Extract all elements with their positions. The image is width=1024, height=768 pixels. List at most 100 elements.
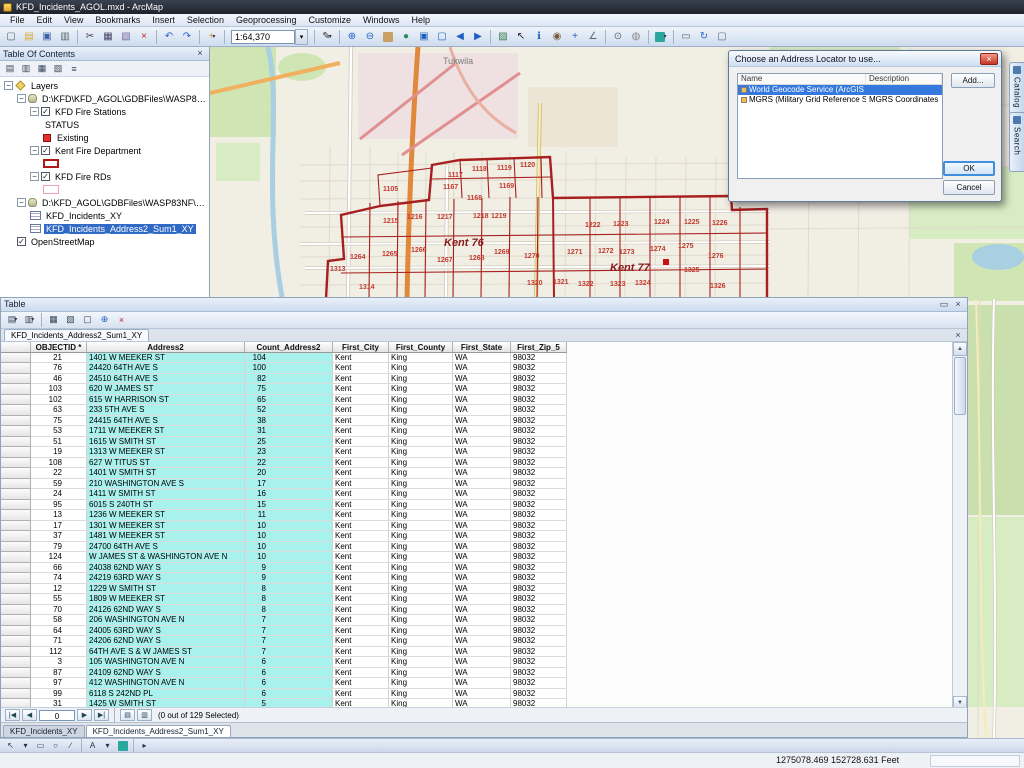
draw-line-icon[interactable]: ∕ [64,740,77,752]
table-row[interactable]: 63233 5TH AVE S52KentKingWA98032 [1,405,567,416]
row-selector[interactable] [1,363,31,374]
cancel-button[interactable]: Cancel [943,180,995,195]
delete-icon[interactable]: × [136,29,152,45]
row-selector[interactable] [1,678,31,689]
switch-selection-icon[interactable]: ▧ [63,312,78,327]
description-column-header[interactable]: Description [866,74,942,84]
table-row[interactable]: 191313 W MEEKER ST23KentKingWA98032 [1,447,567,458]
table-row[interactable]: 311425 W SMITH ST5KentKingWA98032 [1,699,567,707]
toc-node[interactable]: Existing [0,131,209,144]
row-selector[interactable] [1,594,31,605]
font-dropdown-icon[interactable]: ▾ [101,740,114,752]
row-selector[interactable] [1,500,31,511]
save-icon[interactable]: ▣ [39,29,55,45]
row-selector[interactable] [1,437,31,448]
toc-node-label[interactable]: OpenStreetMap [29,237,97,247]
redo-icon[interactable]: ↷ [179,29,195,45]
table-options-icon[interactable]: ▤▾ [5,312,20,327]
locator-list-item[interactable]: MGRS (Military Grid Reference System)MGR… [738,95,942,105]
menu-windows[interactable]: Windows [357,14,406,27]
map-scale-combo[interactable]: 1:64,370 ▾ [231,29,308,45]
layer-checkbox[interactable]: ✓ [41,107,50,116]
row-selector[interactable] [1,531,31,542]
row-selector[interactable] [1,468,31,479]
toc-node-label[interactable]: Existing [55,133,91,143]
expand-collapse-icon[interactable]: − [4,81,13,90]
table-tab-close-icon[interactable]: × [952,330,964,341]
menu-edit[interactable]: Edit [31,14,59,27]
row-selector[interactable] [1,489,31,500]
refresh-icon[interactable]: ↻ [696,29,712,45]
table-row[interactable]: 7924700 64TH AVE S10KentKingWA98032 [1,542,567,553]
editor-pencil-icon[interactable]: ✎▾ [319,29,335,45]
draw-circle-icon[interactable]: ○ [49,740,62,752]
table-row[interactable]: 551809 W MEEKER ST8KentKingWA98032 [1,594,567,605]
menu-geoprocessing[interactable]: Geoprocessing [230,14,303,27]
row-selector[interactable] [1,699,31,707]
column-header-First_County[interactable]: First_County [389,342,453,353]
row-selector[interactable] [1,353,31,364]
toc-node[interactable]: −✓Kent Fire Department [0,144,209,157]
row-selector[interactable] [1,636,31,647]
toc-node[interactable]: KFD_Incidents_Address2_Sum1_XY [0,222,209,235]
row-selector[interactable] [1,447,31,458]
previous-record-icon[interactable]: ◀ [22,709,37,721]
expand-collapse-icon[interactable]: − [17,198,26,207]
toc-node[interactable]: −D:\KFD\KFD_AGOL\GDBFiles\WASP83NF\Prote… [0,92,209,105]
row-selector[interactable] [1,626,31,637]
pause-drawing-icon[interactable]: ▢ [714,29,730,45]
toc-node[interactable]: STATUS [0,118,209,131]
toc-options-icon[interactable]: ≡ [67,62,81,76]
table-tab-0[interactable]: KFD_Incidents_XY [3,725,85,737]
row-selector[interactable] [1,542,31,553]
paste-icon[interactable]: ▧ [118,29,134,45]
show-all-records-icon[interactable]: ▤ [120,709,135,721]
toc-node[interactable]: −Layers [0,79,209,92]
expand-collapse-icon[interactable]: − [30,107,39,116]
symbol-color-box[interactable]: ▾ [653,29,669,45]
table-row[interactable]: 121229 W SMITH ST8KentKingWA98032 [1,584,567,595]
toc-node-label[interactable]: KFD Fire Stations [53,107,128,117]
zoom-out-icon[interactable]: ⊖ [362,29,378,45]
dialog-titlebar[interactable]: Choose an Address Locator to use... × [729,51,1001,67]
table-row[interactable]: 211401 W MEEKER ST104KentKingWA98032 [1,353,567,364]
table-row[interactable]: 511615 W SMITH ST25KentKingWA98032 [1,437,567,448]
column-header-First_Zip_5[interactable]: First_Zip_5 [511,342,567,353]
table-row[interactable]: 371481 W MEEKER ST10KentKingWA98032 [1,531,567,542]
menu-selection[interactable]: Selection [181,14,230,27]
scroll-down-icon[interactable]: ▼ [953,696,967,707]
row-selector[interactable] [1,426,31,437]
column-header-First_City[interactable]: First_City [333,342,389,353]
table-row[interactable]: 58206 WASHINGTON AVE N7KentKingWA98032 [1,615,567,626]
layer-checkbox[interactable]: ✓ [41,172,50,181]
toc-node[interactable]: −✓KFD Fire Stations [0,105,209,118]
expand-collapse-icon[interactable]: − [30,146,39,155]
open-folder-icon[interactable]: ▤ [21,29,37,45]
fixed-zoom-in-icon[interactable]: ▣ [416,29,432,45]
last-record-icon[interactable]: ▶| [94,709,109,721]
menu-help[interactable]: Help [406,14,437,27]
row-selector[interactable] [1,521,31,532]
forward-extent-icon[interactable]: ▶ [470,29,486,45]
table-row[interactable]: 4624510 64TH AVE S82KentKingWA98032 [1,374,567,385]
table-row[interactable]: 7024126 62ND WAY S8KentKingWA98032 [1,605,567,616]
expand-collapse-icon[interactable]: − [30,172,39,181]
table-row[interactable]: 241411 W SMITH ST16KentKingWA98032 [1,489,567,500]
table-row[interactable]: 124W JAMES ST & WASHINGTON AVE N10KentKi… [1,552,567,563]
show-selected-records-icon[interactable]: ▥ [137,709,152,721]
list-by-source-icon[interactable]: ▥ [19,62,33,76]
identify-icon[interactable]: ℹ [531,29,547,45]
table-row[interactable]: 6624038 62ND WAY S9KentKingWA98032 [1,563,567,574]
row-selector[interactable] [1,668,31,679]
cut-icon[interactable]: ✂ [82,29,98,45]
name-column-header[interactable]: Name [738,74,866,84]
draw-dropdown-icon[interactable]: ▾ [19,740,32,752]
toc-node-label[interactable]: STATUS [43,120,81,130]
time-slider-icon[interactable]: ⊙ [610,29,626,45]
draw-pointer-icon[interactable]: ↖ [4,740,17,752]
dock-tab-search[interactable]: Search [1009,112,1024,172]
table-row[interactable]: 6424005 63RD WAY S7KentKingWA98032 [1,626,567,637]
ok-button[interactable]: OK [943,161,995,176]
table-row[interactable]: 11264TH AVE S & W JAMES ST7KentKingWA980… [1,647,567,658]
select-features-icon[interactable]: ▨ [495,29,511,45]
